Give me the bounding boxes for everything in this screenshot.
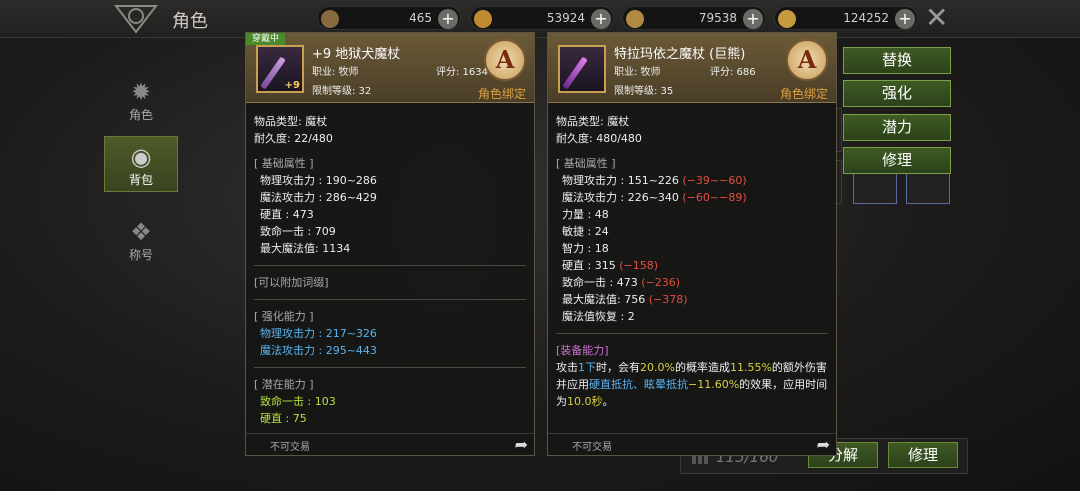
add-gem-coin-button[interactable]: +: [895, 9, 915, 29]
stat-line: 魔法攻击力 : 226~340 (−60~−89): [562, 191, 747, 204]
stat-line: 致命一击 : 473 (−236): [562, 276, 680, 289]
trade-status: 不可交易: [572, 442, 612, 453]
item-footer: 不可交易 ➦: [246, 433, 534, 455]
equip-ability-text: 攻击1下时，会有20.0%的概率造成11.55%的额外伤害并应用硬直抵抗、眩晕抵…: [556, 361, 828, 408]
grade-badge: A: [786, 39, 828, 81]
base-stats-header: [ 基础属性 ]: [254, 157, 314, 170]
divider: [254, 265, 526, 266]
potential-stat-line: 硬直 : 75: [260, 412, 307, 425]
add-gold-bag-button[interactable]: +: [743, 9, 763, 29]
top-bar: 角色 465 + 53924 + 79538 + 124252 + ✕: [0, 0, 1080, 38]
wand-icon: [562, 56, 588, 90]
add-ticket-button[interactable]: +: [438, 9, 458, 29]
resource-gem-coin: 124252 +: [774, 6, 918, 30]
wand-icon: [260, 56, 286, 90]
stat-line: 智力 : 18: [562, 242, 609, 255]
nav-item-backpack[interactable]: ◉ 背包: [104, 136, 178, 192]
stat-line: 硬直 : 315 (−158): [562, 259, 658, 272]
item-durability: 耐久度: 480/480: [556, 132, 642, 145]
equip-ability-header: [装备能力]: [556, 344, 609, 357]
backpack-icon: ◉: [130, 143, 152, 171]
item-header: +9 穿戴中 +9 地狱犬魔杖 职业: 牧师 评分: 1634 限制等级: 32…: [246, 33, 534, 103]
item-stats: 物品类型: 魔杖 耐久度: 22/480 [ 基础属性 ] 物理攻击力 : 19…: [254, 113, 526, 427]
gem-coin-icon: [778, 10, 796, 28]
grade-badge: A: [484, 39, 526, 81]
nav-item-title[interactable]: ❖ 称号: [104, 212, 178, 268]
item-icon: +9: [256, 45, 304, 93]
base-stats-header: [ 基础属性 ]: [556, 157, 616, 170]
equipped-badge: 穿戴中: [246, 33, 286, 45]
stat-line: 致命一击 : 709: [260, 225, 336, 238]
share-icon[interactable]: ➦: [817, 435, 830, 454]
item-job: 职业: 牧师: [312, 67, 359, 78]
item-icon: [558, 45, 606, 93]
divider: [254, 299, 526, 300]
dragon-emblem-icon: [113, 5, 159, 34]
close-icon[interactable]: ✕: [925, 4, 948, 32]
bind-status: 角色绑定: [477, 87, 526, 101]
stat-line: 魔法值恢复 : 2: [562, 310, 635, 323]
coin-ring-icon: [474, 10, 492, 28]
ticket-icon: [321, 10, 339, 28]
character-icon: ✹: [130, 78, 152, 106]
enhance-stat-line: 魔法攻击力 : 295~443: [260, 344, 377, 357]
compare-item-tooltip: 特拉玛依之魔杖 (巨熊) 职业: 牧师 评分: 686 限制等级: 35 A 角…: [547, 32, 837, 456]
add-coin-ring-button[interactable]: +: [591, 9, 611, 29]
potential-stat-line: 致命一击 : 103: [260, 395, 336, 408]
item-type: 物品类型: 魔杖: [556, 115, 630, 128]
stat-line: 最大魔法值: 1134: [260, 242, 351, 255]
bind-status: 角色绑定: [779, 87, 828, 101]
item-type: 物品类型: 魔杖: [254, 115, 328, 128]
enchant-note: [可以附加词缀]: [254, 276, 329, 289]
item-level-req: 限制等级: 35: [614, 86, 674, 97]
stat-line: 物理攻击力 : 190~286: [260, 174, 377, 187]
equipped-item-tooltip: +9 穿戴中 +9 地狱犬魔杖 职业: 牧师 评分: 1634 限制等级: 32…: [245, 32, 535, 456]
potential-header: [ 潜在能力 ]: [254, 378, 314, 391]
title-icon: ❖: [130, 218, 152, 246]
item-header: 特拉玛依之魔杖 (巨熊) 职业: 牧师 评分: 686 限制等级: 35 A 角…: [548, 33, 836, 103]
item-score: 评分: 686: [710, 67, 756, 78]
resource-gold-bag: 79538 +: [622, 6, 766, 30]
stat-line: 力量 : 48: [562, 208, 609, 221]
potential-button[interactable]: 潜力: [843, 114, 951, 141]
divider: [556, 333, 828, 334]
enhance-header: [ 强化能力 ]: [254, 310, 314, 323]
item-stats: 物品类型: 魔杖 耐久度: 480/480 [ 基础属性 ] 物理攻击力 : 1…: [556, 113, 828, 410]
replace-button[interactable]: 替换: [843, 47, 951, 74]
page-title: 角色: [172, 11, 208, 32]
nav-item-character[interactable]: ✹ 角色: [104, 72, 178, 128]
item-durability: 耐久度: 22/480: [254, 132, 333, 145]
item-name: 特拉玛依之魔杖 (巨熊): [614, 47, 746, 62]
item-job: 职业: 牧师: [614, 67, 661, 78]
trade-status: 不可交易: [270, 442, 310, 453]
stat-line: 最大魔法值: 756 (−378): [562, 293, 688, 306]
stat-line: 物理攻击力 : 151~226 (−39~−60): [562, 174, 747, 187]
gold-bag-icon: [626, 10, 644, 28]
item-score: 评分: 1634: [436, 67, 488, 78]
resource-coin-ring: 53924 +: [470, 6, 614, 30]
stat-line: 敏捷 : 24: [562, 225, 609, 238]
enhance-stat-line: 物理攻击力 : 217~326: [260, 327, 377, 340]
enhance-button[interactable]: 强化: [843, 80, 951, 107]
repair-all-button[interactable]: 修理: [888, 442, 958, 468]
item-name: +9 地狱犬魔杖: [312, 47, 401, 62]
divider: [254, 367, 526, 368]
item-level-req: 限制等级: 32: [312, 86, 372, 97]
stat-line: 魔法攻击力 : 286~429: [260, 191, 377, 204]
resource-ticket: 465 +: [317, 6, 461, 30]
share-icon[interactable]: ➦: [515, 435, 528, 454]
stat-line: 硬直 : 473: [260, 208, 314, 221]
repair-button[interactable]: 修理: [843, 147, 951, 174]
item-footer: 不可交易 ➦: [548, 433, 836, 455]
